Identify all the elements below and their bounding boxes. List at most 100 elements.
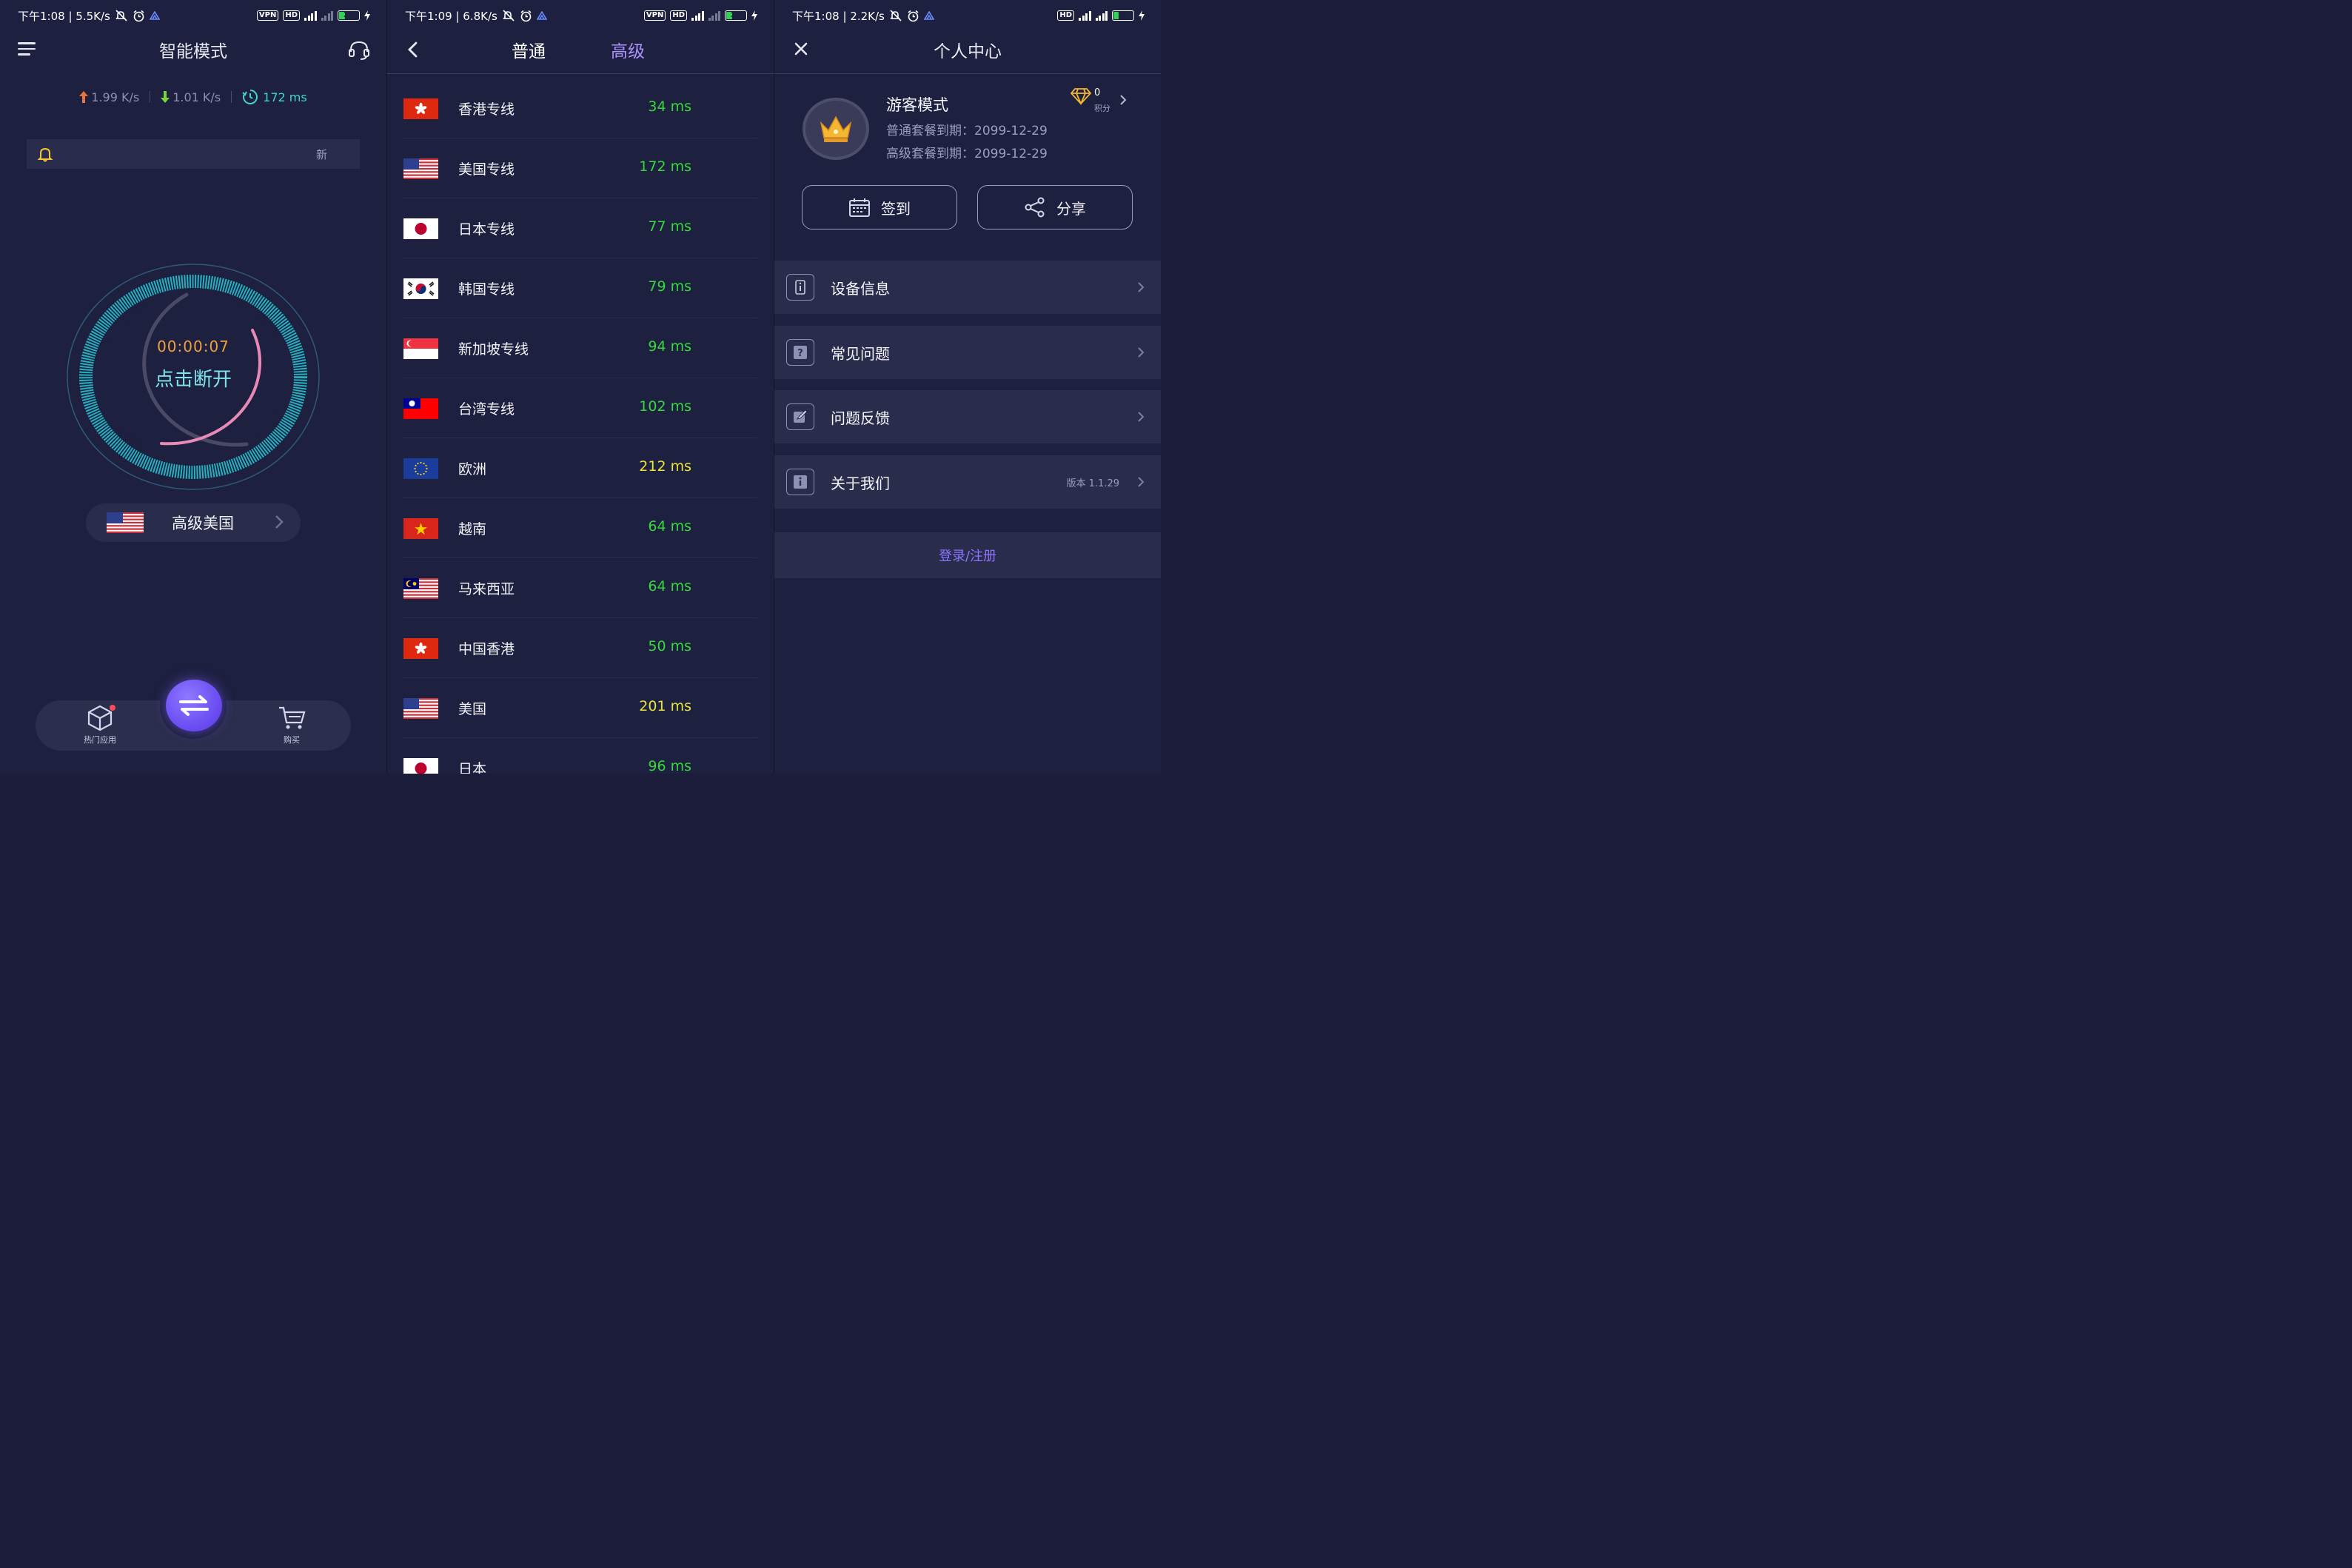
my-flag-icon [403,578,438,599]
chevron-right-icon [1138,282,1145,292]
notice-text: 新 [315,147,327,161]
app-notify-icon [536,11,547,20]
server-latency: 96 ms [648,758,691,774]
login-register-button[interactable]: 登录/注册 [774,532,1161,578]
menu-label: 问题反馈 [831,409,890,427]
battery-icon: 26 [1112,10,1134,21]
server-name: 马来西亚 [458,581,515,597]
charging-icon [751,10,757,21]
share-label: 分享 [1056,199,1086,218]
server-row[interactable]: 欧洲 212 ms [387,438,774,498]
menu-faq[interactable]: ? 常见问题 [774,326,1161,379]
server-latency: 64 ms [648,518,691,535]
notification-dot [110,705,115,711]
question-icon: ? [786,339,814,366]
diamond-icon [1070,88,1092,106]
chevron-right-icon [1120,95,1127,105]
calendar-icon [849,198,870,217]
bell-icon [37,147,53,162]
download-speed: 1.01 K/s [172,90,221,104]
server-list: 香港专线 34 ms 美国专线 172 ms 日本专线 77 ms 韩国专线 79 ms 新加坡… [387,78,774,774]
download-arrow-icon [161,91,170,103]
us-flag-icon [107,512,144,533]
status-bar: 下午1:08 | 5.5K/s VPN HD 27 [18,7,370,24]
hk-flag-icon [403,638,438,659]
server-row[interactable]: 香港专线 34 ms [387,78,774,138]
avatar[interactable] [803,98,869,160]
checkin-button[interactable]: 签到 [802,185,957,229]
signal-5g-icon [1079,10,1091,21]
server-row[interactable]: 中国香港 50 ms [387,618,774,678]
tab-advanced[interactable]: 高级 [611,37,645,62]
normal-plan-expiry: 普通套餐到期：2099-12-29 [886,124,1048,138]
server-list-screen: 下午1:09 | 6.8K/s VPN HD 27 普通 高级 香港专线 34 m… [387,0,774,774]
ping-value: 172 ms [263,90,307,104]
tab-normal[interactable]: 普通 [512,37,546,62]
info-icon [786,469,814,495]
notice-bar[interactable]: 新 [27,139,360,169]
server-latency: 172 ms [639,158,691,175]
menu-label: 常见问题 [831,344,890,363]
server-latency: 34 ms [648,98,691,115]
server-row[interactable]: 美国 201 ms [387,678,774,738]
node-selector-button[interactable]: 高级美国 [86,503,301,542]
kr-flag-icon [403,278,438,299]
server-row[interactable]: 日本 96 ms [387,738,774,774]
server-name: 中国香港 [458,641,515,657]
traffic-stats: 1.99 K/s 1.01 K/s 172 ms [0,89,386,105]
server-latency: 77 ms [648,218,691,235]
share-button[interactable]: 分享 [977,185,1133,229]
menu-label: 关于我们 [831,474,890,492]
server-name: 新加坡专线 [458,341,529,358]
alarm-icon [520,10,532,22]
server-row[interactable]: 新加坡专线 94 ms [387,318,774,378]
cart-icon [279,706,306,729]
menu-feedback[interactable]: 问题反馈 [774,390,1161,443]
server-name: 香港专线 [458,101,515,118]
disconnect-label[interactable]: 点击断开 [67,364,320,392]
server-row[interactable]: 美国专线 172 ms [387,138,774,198]
charging-icon [364,10,370,21]
server-latency: 102 ms [639,398,691,415]
edit-icon [786,403,814,430]
status-time-speed: 下午1:08 | 2.2K/s [792,9,885,23]
svg-text:?: ? [797,348,803,359]
us-flag-icon [403,158,438,179]
us-flag-icon [403,698,438,719]
support-headset-icon[interactable] [348,40,370,64]
server-name: 美国 [458,701,487,717]
crown-icon [820,115,852,142]
switch-mode-button[interactable] [166,680,222,731]
version-text: 版本 1.1.29 [1066,478,1119,489]
app-notify-icon [149,11,160,20]
server-row[interactable]: 日本专线 77 ms [387,198,774,258]
info-icon [786,274,814,301]
swap-arrows-icon [179,695,209,716]
chevron-right-icon [1138,347,1145,358]
server-row[interactable]: 马来西亚 64 ms [387,558,774,618]
hk-flag-icon [403,98,438,119]
page-title: 智能模式 [159,42,227,61]
chevron-right-icon [1138,412,1145,422]
hd-badge: HD [1057,10,1074,21]
server-row[interactable]: 韩国专线 79 ms [387,258,774,318]
server-name: 韩国专线 [458,281,515,298]
mute-icon [502,10,515,21]
server-name: 美国专线 [458,161,515,178]
hot-apps-button[interactable]: 热门应用 [74,703,126,746]
server-row[interactable]: 越南 64 ms [387,498,774,558]
connect-toggle-ring[interactable]: 00:00:07 点击断开 [67,262,320,492]
server-row[interactable]: 台湾专线 102 ms [387,378,774,438]
app-notify-icon [923,11,934,20]
buy-button[interactable]: 购买 [266,703,318,746]
menu-label: 设备信息 [831,279,890,298]
username: 游客模式 [886,96,948,114]
mute-icon [115,10,128,21]
points-link[interactable]: 0 积分 [1070,87,1127,113]
mute-icon [889,10,902,21]
menu-about[interactable]: 关于我们 版本 1.1.29 [774,455,1161,509]
signal-weak-icon [708,10,720,21]
hot-apps-label: 热门应用 [84,735,116,745]
menu-device-info[interactable]: 设备信息 [774,261,1161,314]
server-name: 台湾专线 [458,401,515,418]
